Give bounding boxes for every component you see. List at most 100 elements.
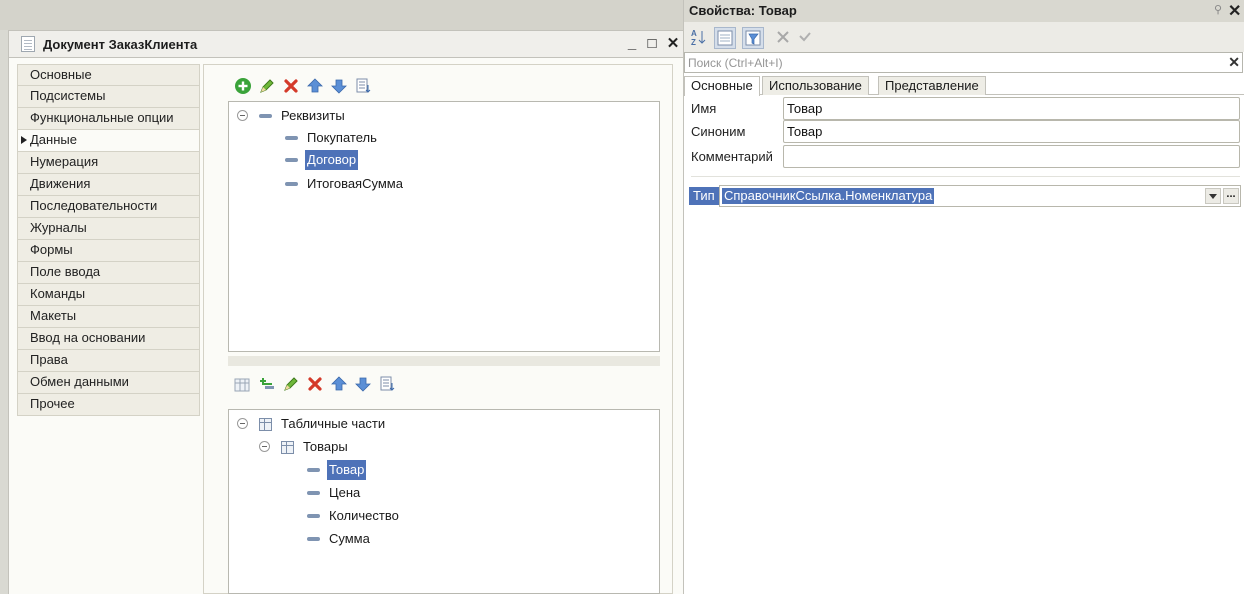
attribute-icon [307, 491, 320, 495]
search-input[interactable] [685, 53, 1215, 72]
section-item-rights[interactable]: Права [17, 350, 200, 372]
section-item-data-exchange[interactable]: Обмен данными [17, 372, 200, 394]
section-label: Макеты [30, 308, 77, 323]
pin-icon[interactable]: ⚲ [1214, 3, 1222, 16]
categorized-button[interactable] [714, 27, 736, 49]
search-clear-icon[interactable]: ✕ [1228, 54, 1240, 71]
section-item-subsystems[interactable]: Подсистемы [17, 86, 200, 108]
attribute-icon [285, 182, 298, 186]
type-field[interactable]: СправочникСсылка.Номенклатура ... [719, 185, 1241, 207]
section-item-sequences[interactable]: Последовательности [17, 196, 200, 218]
section-label: Нумерация [30, 154, 99, 169]
section-label: Движения [30, 176, 91, 191]
section-item-other[interactable]: Прочее [17, 394, 200, 416]
properties-title: Свойства: Товар [689, 3, 797, 18]
minimize-button[interactable]: _ [623, 34, 641, 54]
section-item-functional-options[interactable]: Функциональные опции [17, 108, 200, 130]
check-icon [799, 32, 811, 42]
clear-property-button[interactable] [774, 28, 792, 46]
filter-icon [745, 30, 761, 46]
section-label: Команды [30, 286, 86, 301]
type-select-button[interactable]: ... [1223, 188, 1239, 204]
selected-arrow-icon [21, 136, 27, 144]
collapse-icon[interactable] [237, 418, 248, 429]
window-top-strip [0, 0, 684, 30]
section-item-main[interactable]: Основные [17, 64, 200, 86]
panel-splitter[interactable] [228, 356, 660, 366]
tree-label: Товар [327, 460, 367, 480]
filter-button[interactable] [742, 27, 764, 49]
arrow-up-icon [331, 376, 347, 391]
sections-list: Основные Подсистемы Функциональные опции… [17, 64, 200, 416]
add-table-icon [234, 378, 250, 392]
section-label: Прочее [30, 396, 75, 411]
tab-main[interactable]: Основные [684, 76, 760, 96]
tab-presentation[interactable]: Представление [878, 76, 986, 95]
add-attribute-button[interactable] [234, 77, 252, 95]
tree-label: Табличные части [281, 416, 386, 431]
tabular-toolbar [234, 374, 434, 394]
sort-list-button[interactable] [354, 77, 372, 95]
move-down-button[interactable] [330, 77, 348, 95]
section-label: Последовательности [30, 198, 158, 213]
name-field[interactable]: Товар [783, 97, 1240, 120]
sort-tabular-button[interactable] [378, 375, 396, 393]
arrow-up-icon [307, 78, 323, 93]
collapse-icon[interactable] [237, 110, 248, 121]
section-label: Поле ввода [30, 264, 101, 279]
tree-label: Количество [329, 508, 399, 523]
section-item-templates[interactable]: Макеты [17, 306, 200, 328]
arrow-down-icon [331, 79, 347, 94]
comment-field[interactable] [783, 145, 1240, 168]
type-label: Тип [689, 187, 719, 205]
synonym-field[interactable]: Товар [783, 120, 1240, 143]
section-item-numbering[interactable]: Нумерация [17, 152, 200, 174]
properties-titlebar: Свойства: Товар ⚲ ✕ [684, 0, 1244, 22]
tab-usage[interactable]: Использование [762, 76, 869, 95]
section-item-forms[interactable]: Формы [17, 240, 200, 262]
chevron-down-icon[interactable] [1205, 188, 1221, 204]
table-icon [259, 418, 272, 431]
list-icon [380, 376, 395, 391]
section-item-commands[interactable]: Команды [17, 284, 200, 306]
delete-icon [284, 79, 298, 93]
table-icon [281, 441, 294, 454]
move-up-tabular-button[interactable] [330, 375, 348, 393]
attributes-toolbar [234, 76, 404, 96]
add-icon [235, 78, 251, 94]
section-item-input-field[interactable]: Поле ввода [17, 262, 200, 284]
edit-attribute-button[interactable] [258, 77, 276, 95]
attribute-group-icon [259, 114, 272, 118]
clear-icon [777, 31, 789, 43]
section-item-data[interactable]: Данные [17, 130, 200, 152]
tabular-parts-tree: Табличные части Товары Товар Цена Количе… [228, 409, 660, 594]
move-up-button[interactable] [306, 77, 324, 95]
move-down-tabular-button[interactable] [354, 375, 372, 393]
delete-attribute-button[interactable] [282, 77, 300, 95]
section-item-movements[interactable]: Движения [17, 174, 200, 196]
section-label: Данные [30, 132, 77, 147]
close-button[interactable]: ✕ [664, 34, 682, 54]
delete-tabular-button[interactable] [306, 375, 324, 393]
properties-close-button[interactable]: ✕ [1228, 1, 1241, 21]
apply-property-button[interactable] [796, 28, 814, 46]
section-item-input-based-on[interactable]: Ввод на основании [17, 328, 200, 350]
tree-label: Цена [329, 485, 361, 500]
document-icon [21, 36, 35, 52]
add-tabular-part-button[interactable] [234, 375, 252, 393]
pencil-icon [284, 377, 298, 391]
synonym-label: Синоним [691, 124, 746, 139]
section-label: Обмен данными [30, 374, 129, 389]
add-table-column-button[interactable] [258, 375, 276, 393]
maximize-button[interactable]: □ [643, 34, 661, 54]
attribute-icon [307, 537, 320, 541]
section-label: Подсистемы [30, 88, 106, 103]
edit-tabular-button[interactable] [282, 375, 300, 393]
sort-az-icon: AZ [691, 29, 706, 46]
sort-alphabetical-button[interactable]: AZ [690, 28, 708, 46]
svg-text:Z: Z [691, 38, 696, 46]
attribute-icon [285, 158, 298, 162]
tree-label: Покупатель [307, 130, 377, 145]
collapse-icon[interactable] [259, 441, 270, 452]
section-item-journals[interactable]: Журналы [17, 218, 200, 240]
